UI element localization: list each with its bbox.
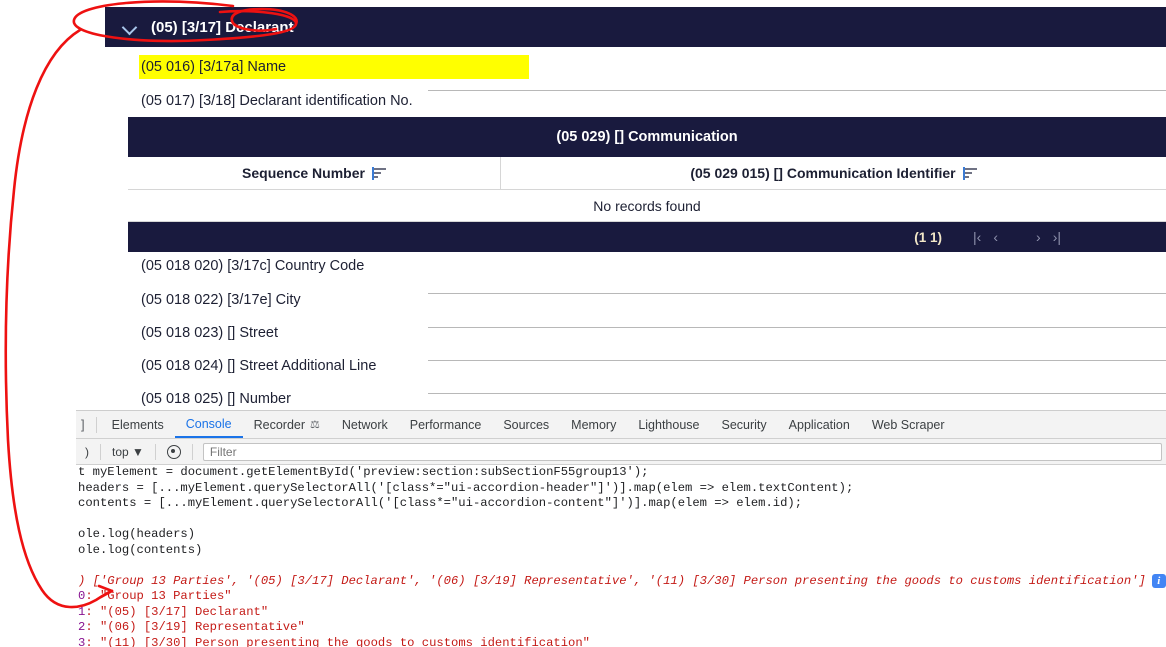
console-toolbar: ) top ▼ [76, 439, 1166, 465]
sort-icon[interactable] [962, 166, 977, 180]
tab-security[interactable]: Security [711, 411, 778, 438]
accordion-header-declarant[interactable]: (05) [3/17] Declarant [105, 7, 1166, 47]
array-index: 1 [78, 604, 86, 619]
devtools-tabbar: ] Elements Console Recorder ⚖ Network Pe… [76, 411, 1166, 439]
console-array-item: 2: "(06) [3/19] Representative" [78, 620, 305, 634]
grid-empty-text: No records found [593, 197, 701, 214]
pager-last-button[interactable]: ›| [1052, 229, 1062, 245]
field-label-city: (05 018 022) [3/17e] City [141, 292, 301, 308]
tab-label: Elements [111, 417, 164, 432]
pager-next-button[interactable]: › [1035, 229, 1042, 245]
grid-pager[interactable]: |‹ ‹ › ›| [972, 229, 1062, 245]
console-code-line: contents = [...myElement.querySelectorAl… [78, 496, 803, 510]
array-value: "(11) [3/30] Person presenting the goods… [99, 635, 590, 647]
grid-column-label-communication-identifier: (05 029 015) [] Communication Identifier [690, 165, 956, 181]
tab-elements[interactable]: Elements [101, 411, 175, 438]
eye-icon-wrapper[interactable] [160, 444, 188, 459]
array-index: 0 [78, 589, 86, 603]
tab-label: Web Scraper [871, 417, 945, 432]
array-value: "(05) [3/17] Declarant" [99, 604, 269, 619]
array-index: 3 [78, 635, 86, 647]
console-context-selector[interactable]: top ▼ [105, 445, 151, 459]
tab-lighthouse[interactable]: Lighthouse [627, 411, 710, 438]
form-row-street: (05 018 023) [] Street [0, 323, 1166, 361]
array-value: "Group 13 Parties" [99, 589, 232, 603]
sort-icon[interactable] [371, 166, 386, 180]
console-output[interactable]: t myElement = document.getElementById('p… [76, 465, 1166, 647]
tab-label: Sources [503, 417, 550, 432]
devtools-panel: ] Elements Console Recorder ⚖ Network Pe… [76, 410, 1166, 647]
flask-icon: ⚖ [310, 419, 320, 431]
console-log-line: ole.log(contents) [78, 542, 203, 557]
divider [100, 443, 101, 460]
declarant-form-region: (05) [3/17] Declarant (05 016) [3/17a] N… [0, 0, 1166, 427]
console-array-item: 3: "(11) [3/30] Person presenting the go… [76, 636, 1166, 647]
chevron-down-icon[interactable] [123, 20, 137, 34]
pager-first-button[interactable]: |‹ [972, 229, 982, 245]
tab-memory[interactable]: Memory [560, 411, 627, 438]
tab-performance[interactable]: Performance [399, 411, 493, 438]
divider [95, 416, 97, 433]
tab-label: Memory [571, 417, 617, 432]
tab-console[interactable]: Console [174, 411, 243, 438]
tab-label: Security [721, 417, 767, 432]
tab-label: Performance [409, 417, 482, 432]
grid-empty-message: No records found [128, 190, 1166, 222]
tab-recorder[interactable]: Recorder ⚖ [243, 411, 331, 438]
devtools-left-glyph: ] [81, 417, 85, 432]
field-label-number: (05 018 025) [] Number [141, 391, 291, 407]
accordion-title: (05) [3/17] Declarant [151, 18, 294, 36]
grid-title-text: (05 029) [] Communication [556, 129, 738, 145]
tab-network[interactable]: Network [331, 411, 399, 438]
console-array-item: 0: "Group 13 Parties" [78, 589, 232, 603]
field-input-name[interactable] [428, 69, 1166, 91]
tab-application[interactable]: Application [778, 411, 861, 438]
field-label-declarant-id: (05 017) [3/18] Declarant identification… [141, 93, 413, 109]
tab-label: Console [185, 416, 232, 431]
screenshot-root: (05) [3/17] Declarant (05 016) [3/17a] N… [0, 0, 1166, 647]
field-label-street: (05 018 023) [] Street [141, 325, 279, 341]
console-result-text: ) ['Group 13 Parties', '(05) [3/17] Decl… [78, 573, 1146, 588]
eye-icon[interactable] [166, 444, 181, 459]
form-row-street-additional-line: (05 018 024) [] Street Additional Line [0, 356, 1166, 394]
grid-footer: (1 1) |‹ ‹ › ›| [128, 222, 1166, 252]
console-toolbar-left-glyph: ) [85, 444, 89, 459]
form-row-city: (05 018 022) [3/17e] City [0, 290, 1166, 328]
console-filter-input[interactable] [202, 442, 1162, 461]
tab-web-scraper[interactable]: Web Scraper [861, 411, 956, 438]
console-array-item: 1: "(05) [3/17] Declarant" [78, 604, 269, 619]
communication-grid: (05 029) [] Communication Sequence Numbe… [128, 117, 1166, 252]
grid-header-row: Sequence Number (05 029 015) [] Communic… [128, 157, 1166, 190]
console-log-line: ole.log(headers) [78, 527, 196, 541]
field-label-street-additional-line: (05 018 024) [] Street Additional Line [141, 358, 377, 374]
divider [154, 443, 156, 460]
console-result-array[interactable]: ) ['Group 13 Parties', '(05) [3/17] Decl… [76, 574, 1166, 590]
grid-column-label-sequence-number: Sequence Number [242, 165, 365, 181]
array-index: 2 [78, 620, 86, 634]
pager-prev-button[interactable]: ‹ [992, 229, 999, 245]
tab-sources[interactable]: Sources [492, 411, 560, 438]
console-code-line: headers = [...myElement.querySelectorAll… [78, 480, 854, 495]
grid-column-header-sequence-number[interactable]: Sequence Number [128, 157, 501, 189]
tab-label: Recorder [253, 417, 306, 432]
console-code-line: t myElement = document.getElementById('p… [78, 465, 649, 479]
divider [191, 443, 193, 460]
tab-label: Lighthouse [638, 417, 700, 432]
grid-column-header-communication-identifier[interactable]: (05 029 015) [] Communication Identifier [501, 157, 1166, 189]
grid-page-count: (1 1) [914, 229, 943, 245]
form-row-country-code: (05 018 020) [3/17c] Country Code [0, 256, 1166, 294]
form-row-name: (05 016) [3/17a] Name [0, 55, 1166, 91]
grid-title: (05 029) [] Communication [128, 117, 1166, 157]
tab-label: Network [341, 417, 388, 432]
tab-label: Application [788, 417, 850, 432]
array-value: "(06) [3/19] Representative" [99, 620, 305, 634]
field-label-country-code: (05 018 020) [3/17c] Country Code [141, 258, 365, 274]
info-icon[interactable]: i [1151, 574, 1166, 589]
